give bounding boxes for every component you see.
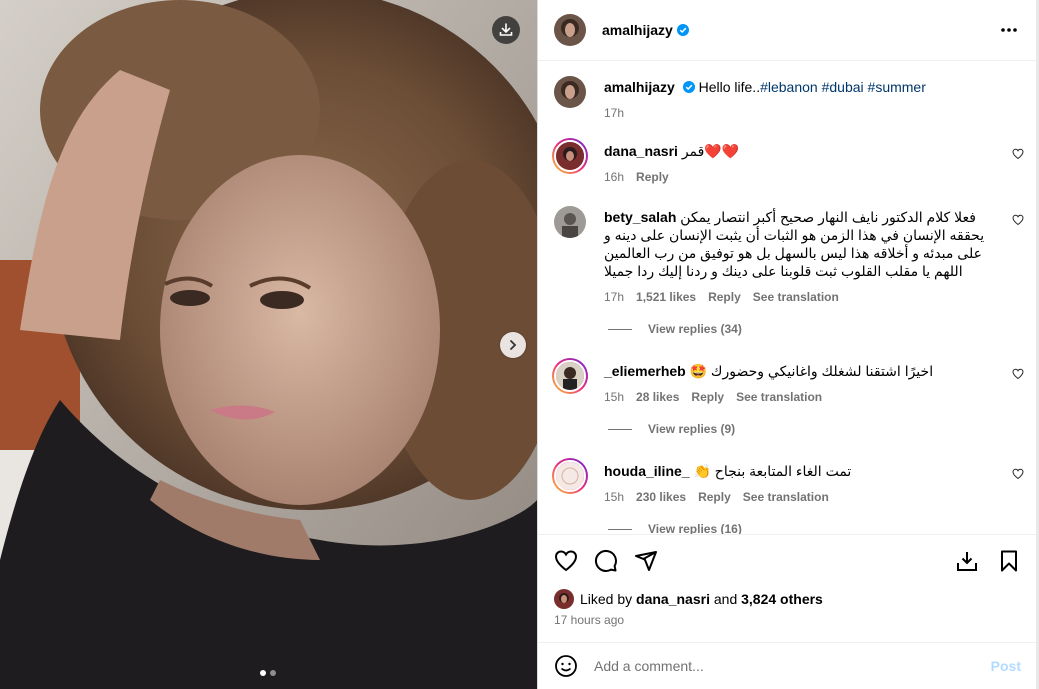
carousel-dot-active	[260, 670, 266, 676]
comment-text: تمت الغاء المتابعة بنجاح 👏	[693, 463, 852, 479]
likes-and: and	[713, 591, 738, 607]
reply-button[interactable]: Reply	[636, 168, 669, 186]
post-side-panel: amalhijazy amalhijazy Hello life..#leban…	[537, 0, 1037, 689]
comment-time: 15h	[604, 490, 625, 504]
add-comment-bar: Add a comment... Post	[538, 642, 1037, 689]
liker-avatar[interactable]	[554, 589, 574, 609]
download-icon[interactable]	[955, 549, 979, 573]
comment-icon[interactable]	[594, 549, 618, 573]
comment-time: 16h	[604, 170, 625, 184]
replies-divider	[608, 428, 632, 430]
post-media[interactable]	[0, 0, 537, 689]
comment-username[interactable]: _eliemerheb	[604, 363, 686, 379]
likes-others[interactable]: 3,824 others	[741, 591, 823, 607]
comment-likes[interactable]: 28 likes	[636, 388, 679, 406]
likes-summary: Liked by dana_nasri and 3,824 others	[554, 589, 823, 609]
reply-button[interactable]: Reply	[691, 388, 724, 406]
comment-avatar[interactable]	[552, 138, 588, 174]
reply-button[interactable]: Reply	[698, 488, 731, 506]
author-avatar[interactable]	[554, 76, 586, 108]
post-time[interactable]: 17 hours ago	[554, 613, 624, 627]
replies-divider	[608, 328, 632, 330]
post-actions: Liked by dana_nasri and 3,824 others 17 …	[538, 534, 1037, 644]
carousel-indicator	[260, 670, 276, 676]
post-header: amalhijazy	[538, 0, 1037, 61]
view-replies-button[interactable]: View replies (34)	[608, 322, 742, 336]
verified-badge-icon	[682, 81, 695, 93]
comment-avatar[interactable]	[554, 206, 586, 238]
view-replies-label: View replies (16)	[648, 522, 742, 534]
next-slide-button[interactable]	[500, 332, 526, 358]
comment-avatar[interactable]	[552, 358, 588, 394]
hashtag-lebanon[interactable]: #lebanon	[760, 79, 818, 95]
comment-input[interactable]: Add a comment...	[594, 658, 991, 674]
hashtag-dubai[interactable]: #dubai	[822, 79, 864, 95]
like-comment-heart-icon[interactable]	[1012, 148, 1024, 160]
like-comment-heart-icon[interactable]	[1012, 368, 1024, 380]
emoji-icon[interactable]	[554, 654, 578, 678]
comment-likes[interactable]: 230 likes	[636, 488, 686, 506]
heart-icon[interactable]	[554, 549, 578, 573]
comment-username[interactable]: bety_salah	[604, 209, 676, 225]
hashtag-summer[interactable]: #summer	[868, 79, 926, 95]
like-comment-heart-icon[interactable]	[1012, 214, 1024, 226]
download-button[interactable]	[492, 16, 520, 44]
chevron-right-icon	[510, 340, 517, 350]
view-replies-button[interactable]: View replies (9)	[608, 422, 735, 436]
comments-list[interactable]: amalhijazy Hello life..#lebanon #dubai #…	[538, 62, 1037, 534]
download-icon	[499, 23, 513, 36]
comment-username[interactable]: dana_nasri	[604, 143, 678, 159]
caption-time: 17h	[604, 106, 625, 120]
comment-likes[interactable]: 1,521 likes	[636, 288, 696, 306]
replies-divider	[608, 528, 632, 530]
view-replies-label: View replies (34)	[648, 322, 742, 336]
post-comment-button[interactable]: Post	[991, 658, 1021, 674]
author-username[interactable]: amalhijazy	[602, 22, 673, 38]
bookmark-icon[interactable]	[997, 549, 1021, 573]
share-icon[interactable]	[634, 549, 658, 573]
liked-by-label: Liked by	[580, 591, 633, 607]
comment-time: 17h	[604, 290, 625, 304]
see-translation-link[interactable]: See translation	[743, 488, 829, 506]
post-viewer: amalhijazy amalhijazy Hello life..#leban…	[0, 0, 1039, 689]
reply-button[interactable]: Reply	[708, 288, 741, 306]
see-translation-link[interactable]: See translation	[753, 288, 839, 306]
author-avatar[interactable]	[554, 14, 586, 46]
caption-username[interactable]: amalhijazy	[604, 79, 675, 95]
liker-username[interactable]: dana_nasri	[636, 591, 710, 607]
comment-avatar[interactable]	[552, 458, 588, 494]
view-replies-label: View replies (9)	[648, 422, 736, 436]
like-comment-heart-icon[interactable]	[1012, 468, 1024, 480]
view-replies-button[interactable]: View replies (16)	[608, 522, 742, 534]
carousel-dot	[270, 670, 276, 676]
see-translation-link[interactable]: See translation	[736, 388, 822, 406]
more-options-button[interactable]	[999, 20, 1019, 43]
verified-badge-icon	[676, 24, 689, 36]
caption-text: Hello life..	[698, 79, 761, 95]
comment-username[interactable]: houda_iline_	[604, 463, 690, 479]
comment-text: اخيرًا اشتقنا لشغلك واغانيكي وحضورك 🤩	[689, 363, 934, 379]
comment-time: 15h	[604, 390, 625, 404]
comment-text: قمر❤️❤️	[681, 143, 740, 159]
more-options-icon	[1001, 28, 1017, 32]
post-photo	[0, 0, 537, 689]
